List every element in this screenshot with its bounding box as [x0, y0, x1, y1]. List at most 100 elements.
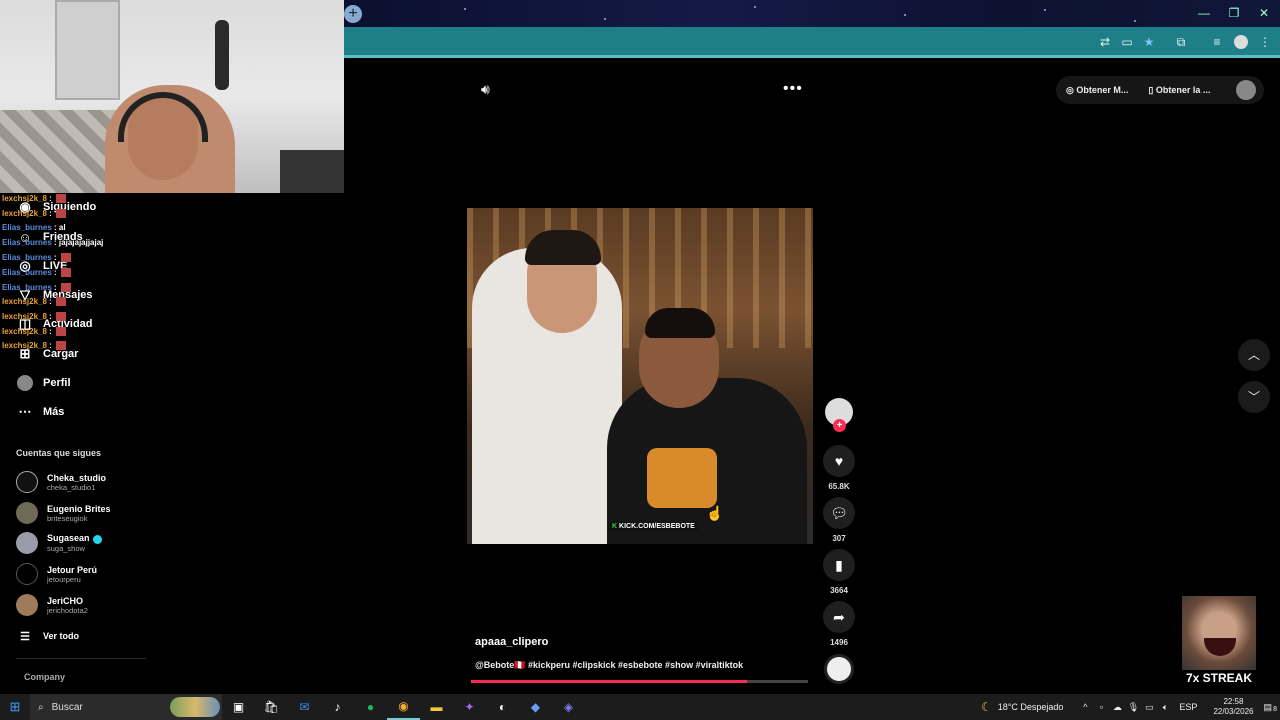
- profile-icon: [16, 374, 34, 392]
- video-progress-fill: [471, 680, 748, 683]
- music-disc-icon[interactable]: [824, 654, 854, 684]
- more-icon: ⋯: [18, 404, 32, 419]
- chat-line: lexchsj2k_8 :: [2, 312, 67, 322]
- previous-video-button[interactable]: ︿: [1238, 339, 1270, 371]
- search-icon: ⌕: [38, 701, 44, 713]
- verified-icon: [92, 534, 102, 544]
- extensions-icon[interactable]: ⧉: [1174, 35, 1188, 49]
- menu-icon[interactable]: ⋮: [1258, 35, 1272, 49]
- minimize-button[interactable]: —: [1194, 4, 1214, 22]
- mic-icon[interactable]: 🎙︎: [1125, 702, 1141, 713]
- translate-icon[interactable]: ⇄: [1098, 35, 1112, 49]
- windows-start-icon[interactable]: ⊞: [0, 694, 30, 720]
- chat-line: Elias_burnes : al: [2, 223, 66, 232]
- chat-line: lexchsj2k_8 :: [2, 209, 67, 219]
- weather-widget[interactable]: ☾ 18°C Despejado: [981, 700, 1063, 714]
- avatar: [16, 502, 38, 524]
- chevron-down-icon: ﹀: [1247, 390, 1260, 404]
- task-view-icon[interactable]: ▣: [222, 694, 255, 720]
- account-item[interactable]: Eugenio Brites briteseugiok: [16, 500, 111, 526]
- discord-icon[interactable]: ◈: [552, 694, 585, 720]
- chevron-up-icon[interactable]: ^: [1077, 702, 1093, 712]
- network-icon[interactable]: ▭: [1141, 702, 1157, 713]
- get-coins-button[interactable]: ◎ Obtener M...: [1066, 85, 1138, 96]
- save-count: 3664: [830, 586, 848, 595]
- avatar: [16, 594, 38, 616]
- see-all-link[interactable]: ☰ Ver todo: [16, 624, 79, 648]
- avatar: [16, 532, 38, 554]
- store-icon[interactable]: 🛍︎: [255, 694, 288, 720]
- like-count: 65.8K: [828, 482, 850, 491]
- plus-icon: +: [348, 5, 358, 22]
- language-indicator[interactable]: ESP: [1179, 702, 1197, 712]
- spotify-icon[interactable]: ●: [354, 694, 387, 720]
- share-icon: ➦: [833, 608, 845, 625]
- heart-icon: ♥: [834, 453, 844, 469]
- list-icon: ☰: [20, 630, 30, 643]
- chrome-icon[interactable]: ◉: [387, 694, 420, 720]
- bookmark-icon: ▮: [835, 556, 843, 573]
- outlook-icon[interactable]: ✉: [288, 694, 321, 720]
- star-icon[interactable]: ★: [1142, 35, 1156, 49]
- tiktok-icon[interactable]: ♪: [321, 694, 354, 720]
- new-tab-button[interactable]: +: [344, 5, 362, 23]
- chat-line: Elias_burnes : jajajajajjajaj: [2, 238, 104, 247]
- account-item[interactable]: Jetour Perú jetourperu: [16, 561, 97, 587]
- maximize-button[interactable]: ❐: [1224, 4, 1244, 22]
- chat-line: Elias_burnes :: [2, 268, 71, 278]
- chat-line: lexchsj2k_8 :: [2, 194, 67, 204]
- nav-label: Más: [43, 406, 65, 418]
- follow-plus-icon[interactable]: +: [833, 419, 846, 432]
- app-diamond-icon[interactable]: ◆: [519, 694, 552, 720]
- file-explorer-icon[interactable]: ▬: [420, 694, 453, 720]
- chat-line: lexchsj2k_8 :: [2, 297, 67, 307]
- video-player[interactable]: K KICK.COM/ESBEBOTE: [467, 208, 813, 544]
- chat-line: lexchsj2k_8 :: [2, 327, 67, 337]
- media-icon[interactable]: ≡: [1210, 35, 1224, 49]
- next-video-button[interactable]: ﹀: [1238, 381, 1270, 413]
- nav-more[interactable]: ⋯ Más: [16, 400, 65, 424]
- copilot-icon[interactable]: ✦: [453, 694, 486, 720]
- video-caption: @Bebote🇵🇪 #kickperu #clipskick #esbebote…: [475, 660, 744, 670]
- get-app-button[interactable]: ▯ Obtener la ...: [1148, 85, 1220, 96]
- account-item[interactable]: JeriCHO jerichodota2: [16, 592, 88, 618]
- profile-icon[interactable]: [1234, 35, 1248, 49]
- like-button[interactable]: ♥: [823, 445, 855, 477]
- system-tray: ☾ 18°C Despejado ^ ▫ ☁ 🎙︎ ▭ 🔈︎ ESP 22:58…: [981, 694, 1280, 720]
- sidebar-divider: [16, 658, 146, 659]
- chat-line: Elias_burnes :: [2, 253, 71, 263]
- company-link[interactable]: Company: [24, 665, 65, 689]
- video-progress-bar[interactable]: [471, 680, 808, 683]
- account-item[interactable]: Cheka_studio cheka_studio1: [16, 469, 106, 495]
- nav-profile[interactable]: Perfil: [16, 371, 71, 395]
- address-bar[interactable]: ⇄ ▭ ★ ⧉ ≡ ⋮: [344, 27, 1280, 58]
- cloud-icon[interactable]: ☁: [1109, 702, 1125, 713]
- camera-icon[interactable]: ▫: [1093, 702, 1109, 712]
- moon-icon: ☾: [981, 700, 992, 714]
- chat-line: lexchsj2k_8 :: [2, 341, 67, 351]
- comment-button[interactable]: 💬︎: [823, 497, 855, 529]
- screen: + — ❐ ✕ ⇄ ▭ ★ ⧉ ≡ ⋮ ◉ Siguiendo ☺ Friend…: [0, 0, 1280, 720]
- video-author[interactable]: apaaa_clipero: [475, 636, 548, 648]
- stream-chat-overlay: lexchsj2k_8 : lexchsj2k_8 : Elias_burnes…: [0, 193, 170, 353]
- taskbar-search[interactable]: ⌕ Buscar: [30, 694, 222, 720]
- windows-taskbar: ⊞ ⌕ Buscar ▣ 🛍︎ ✉ ♪ ● ◉ ▬ ✦ ◐ ◆ ◈ ☾ 18°C…: [0, 694, 1280, 720]
- webcam-overlay: [0, 0, 344, 193]
- obs-icon[interactable]: ◐: [486, 694, 519, 720]
- mouse-cursor-icon: ☝: [706, 505, 724, 521]
- user-avatar[interactable]: [1236, 80, 1256, 100]
- speaker-icon[interactable]: 🔈︎: [1157, 702, 1173, 713]
- browser-tab-strip: [344, 0, 1280, 27]
- volume-icon[interactable]: 🔊︎: [481, 81, 490, 98]
- notification-icon[interactable]: ▤ 8: [1263, 702, 1277, 713]
- cast-icon[interactable]: ▭: [1120, 35, 1134, 49]
- account-item[interactable]: Sugasean suga_show: [16, 530, 102, 556]
- more-options-icon[interactable]: •••: [783, 80, 803, 98]
- search-highlight-image: [170, 697, 220, 717]
- save-button[interactable]: ▮: [823, 549, 855, 581]
- close-button[interactable]: ✕: [1254, 4, 1274, 22]
- clock[interactable]: 22:58 22/03/2026: [1213, 697, 1253, 717]
- comment-icon: 💬︎: [830, 504, 848, 521]
- share-button[interactable]: ➦: [823, 601, 855, 633]
- chevron-up-icon: ︿: [1247, 348, 1260, 362]
